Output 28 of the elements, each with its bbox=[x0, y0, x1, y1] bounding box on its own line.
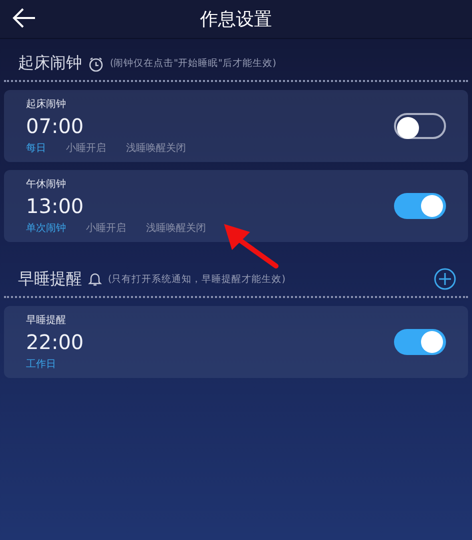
alarm-card[interactable]: 起床闹钟 07:00 每日 小睡开启 浅睡唤醒关闭 bbox=[4, 90, 468, 162]
alarm-card[interactable]: 早睡提醒 22:00 工作日 bbox=[4, 306, 468, 378]
back-arrow-icon[interactable] bbox=[12, 8, 36, 28]
section-note: (只有打开系统通知，早睡提醒才能生效) bbox=[108, 272, 286, 286]
section-note: (闹钟仅在点击"开始睡眠"后才能生效) bbox=[110, 57, 278, 70]
toggle-switch[interactable] bbox=[394, 193, 446, 219]
alarm-time: 07:00 bbox=[26, 114, 85, 138]
alarm-name: 午休闹钟 bbox=[26, 178, 67, 191]
alarm-option: 单次闹钟 bbox=[26, 221, 66, 235]
alarm-name: 早睡提醒 bbox=[26, 314, 67, 327]
section-title: 早睡提醒 bbox=[18, 268, 82, 290]
add-icon[interactable] bbox=[434, 268, 456, 290]
clock-icon bbox=[88, 56, 104, 72]
alarm-card[interactable]: 午休闹钟 13:00 单次闹钟 小睡开启 浅睡唤醒关闭 bbox=[4, 170, 468, 242]
alarm-option: 每日 bbox=[26, 141, 46, 155]
page-title: 作息设置 bbox=[200, 8, 272, 31]
alarm-name: 起床闹钟 bbox=[26, 98, 67, 111]
alarm-option: 工作日 bbox=[26, 357, 56, 371]
toggle-switch[interactable] bbox=[394, 113, 446, 139]
section-title: 起床闹钟 bbox=[18, 53, 82, 74]
alarm-option: 小睡开启 bbox=[66, 141, 106, 155]
bell-icon bbox=[88, 271, 102, 287]
toggle-switch[interactable] bbox=[394, 329, 446, 355]
alarm-option: 小睡开启 bbox=[86, 221, 126, 235]
alarm-time: 22:00 bbox=[26, 330, 85, 354]
alarm-time: 13:00 bbox=[26, 194, 85, 218]
alarm-option: 浅睡唤醒关闭 bbox=[126, 141, 186, 155]
alarm-option: 浅睡唤醒关闭 bbox=[146, 221, 206, 235]
